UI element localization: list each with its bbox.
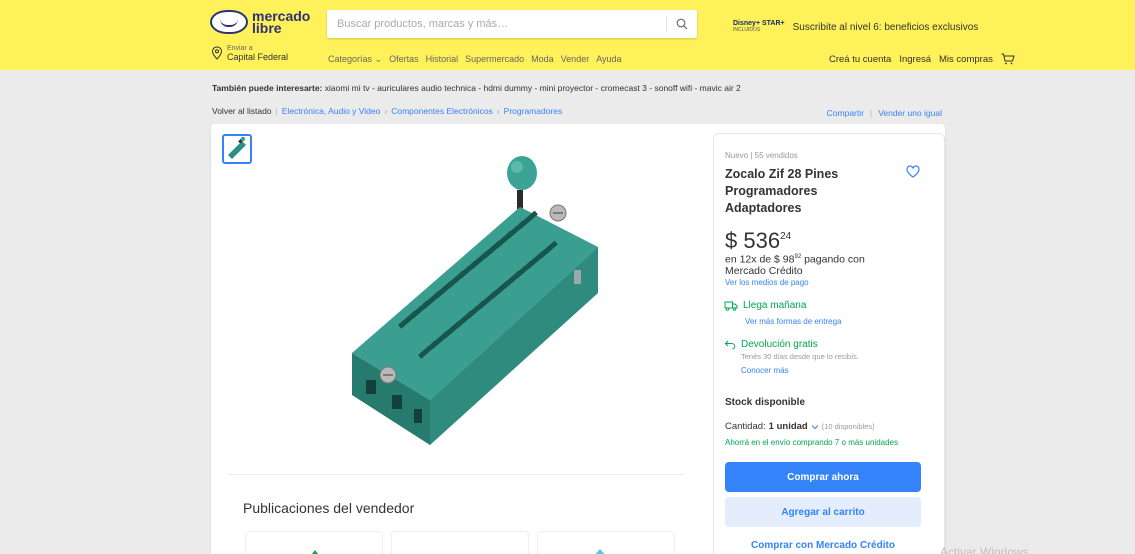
breadcrumb-item-componentes[interactable]: Componentes Electrónicos (391, 106, 493, 116)
nav-ayuda[interactable]: Ayuda (596, 54, 621, 65)
promo-logo-line2: INCLUIDOS (733, 27, 761, 33)
seller-post-card[interactable] (245, 531, 383, 554)
shipping-saving-note: Ahorrá en el envío comprando 7 o más uni… (725, 438, 898, 447)
sell-similar-link[interactable]: Vender uno igual (878, 108, 942, 118)
handshake-logo-icon (210, 10, 248, 34)
related-searches: También puede interesarte: xiaomi mi tv … (212, 83, 741, 93)
search-bar (327, 10, 697, 38)
return-learn-more-link[interactable]: Conocer más (741, 366, 789, 375)
my-purchases-link[interactable]: Mis compras (939, 54, 993, 65)
nav-moda[interactable]: Moda (531, 54, 554, 65)
shipping-info: Llega mañana (724, 300, 806, 311)
product-image[interactable] (330, 155, 620, 455)
nav-supermercado[interactable]: Supermercado (465, 54, 524, 65)
mercadolibre-logo[interactable]: mercado libre (210, 9, 310, 35)
nav-categorias[interactable]: Categorías ⌄ (328, 54, 382, 65)
location-selector[interactable]: Enviar a Capital Federal (211, 44, 288, 62)
nav-ofertas[interactable]: Ofertas (389, 54, 419, 65)
breadcrumb-chevron-icon: › (496, 106, 500, 116)
share-link[interactable]: Compartir (827, 108, 864, 118)
payment-methods-link[interactable]: Ver los medios de pago (725, 278, 809, 287)
nav-vender[interactable]: Vender (561, 54, 590, 65)
return-arrow-icon (724, 340, 736, 350)
more-shipping-options-link[interactable]: Ver más formas de entrega (745, 317, 842, 326)
back-to-list-link[interactable]: Volver al listado (212, 106, 272, 116)
buy-now-button[interactable]: Comprar ahora (725, 462, 921, 492)
product-title: Zocalo Zif 28 Pines Programadores Adapta… (725, 167, 839, 215)
breadcrumb-item-programadores[interactable]: Programadores (504, 106, 563, 116)
cart-icon[interactable] (1001, 53, 1015, 65)
windows-activation-watermark: Activar Windows (940, 545, 1029, 554)
shipping-text: Llega mañana (743, 300, 807, 311)
product-thumbnail[interactable] (222, 134, 252, 164)
search-button[interactable] (667, 10, 697, 38)
quantity-value: 1 unidad (768, 421, 808, 432)
promo-logo-line1: Disney+ STAR+ (733, 20, 785, 27)
chevron-down-icon (811, 424, 819, 429)
login-link[interactable]: Ingresá (899, 54, 931, 65)
main-nav: Categorías ⌄ Ofertas Historial Supermerc… (328, 54, 622, 65)
return-subtext: Tenés 30 días desde que lo recibís. (741, 352, 859, 361)
seller-posts-title: Publicaciones del vendedor (243, 500, 415, 516)
price-cents: 24 (780, 231, 792, 242)
related-searches-items[interactable]: xiaomi mi tv - auriculares audio technic… (325, 83, 741, 93)
breadcrumb-chevron-icon: › (384, 106, 388, 116)
return-text: Devolución gratis (741, 339, 818, 350)
create-account-link[interactable]: Creá tu cuenta (829, 54, 891, 65)
breadcrumb-separator: | (275, 106, 278, 116)
seller-post-image (312, 550, 318, 554)
add-to-cart-button[interactable]: Agregar al carrito (725, 497, 921, 527)
seller-posts-list (245, 531, 675, 554)
product-condition-sold: Nuevo | 55 vendidos (725, 151, 798, 160)
return-info: Devolución gratis (724, 339, 818, 350)
installments-info: en 12x de $ 9892 pagando con Mercado Cré… (725, 252, 905, 277)
quantity-selector[interactable]: Cantidad: 1 unidad (10 disponibles) (725, 421, 875, 432)
location-value: Capital Federal (227, 52, 289, 62)
section-divider (228, 474, 684, 475)
logo-text: mercado libre (252, 9, 310, 35)
account-nav: Creá tu cuenta Ingresá Mis compras (829, 53, 1015, 65)
quantity-available: (10 disponibles) (821, 422, 875, 431)
share-links: Compartir | Vender uno igual (827, 108, 942, 118)
seller-post-image (595, 549, 605, 554)
search-icon (676, 18, 688, 30)
product-price: $ 53624 (725, 228, 791, 254)
seller-post-card[interactable] (391, 531, 529, 554)
search-input[interactable] (327, 10, 662, 38)
breadcrumb-item-electronica[interactable]: Electrónica, Audio y Video (282, 106, 381, 116)
quantity-label: Cantidad: (725, 421, 766, 432)
thumbnail-image (228, 136, 246, 159)
promo-text: Suscribite al nivel 6: beneficios exclus… (792, 21, 979, 33)
favorite-heart-icon[interactable] (906, 165, 920, 178)
disney-promo[interactable]: Disney+ STAR+ INCLUIDOS Suscribite al ni… (733, 20, 978, 34)
location-pin-icon (211, 46, 223, 60)
stock-status: Stock disponible (725, 397, 806, 408)
price-integer: $ 536 (725, 228, 781, 253)
truck-icon (724, 301, 738, 311)
share-separator: | (869, 108, 873, 118)
nav-historial[interactable]: Historial (426, 54, 459, 65)
header: mercado libre Disney+ STAR+ INCLUIDOS Su… (0, 0, 1135, 70)
buy-with-credit-button[interactable]: Comprar con Mercado Crédito (725, 533, 921, 554)
breadcrumb: Volver al listado | Electrónica, Audio y… (212, 106, 562, 116)
disney-star-logo: Disney+ STAR+ INCLUIDOS (733, 20, 785, 34)
seller-post-card[interactable] (537, 531, 675, 554)
related-searches-label: También puede interesarte: (212, 83, 323, 93)
